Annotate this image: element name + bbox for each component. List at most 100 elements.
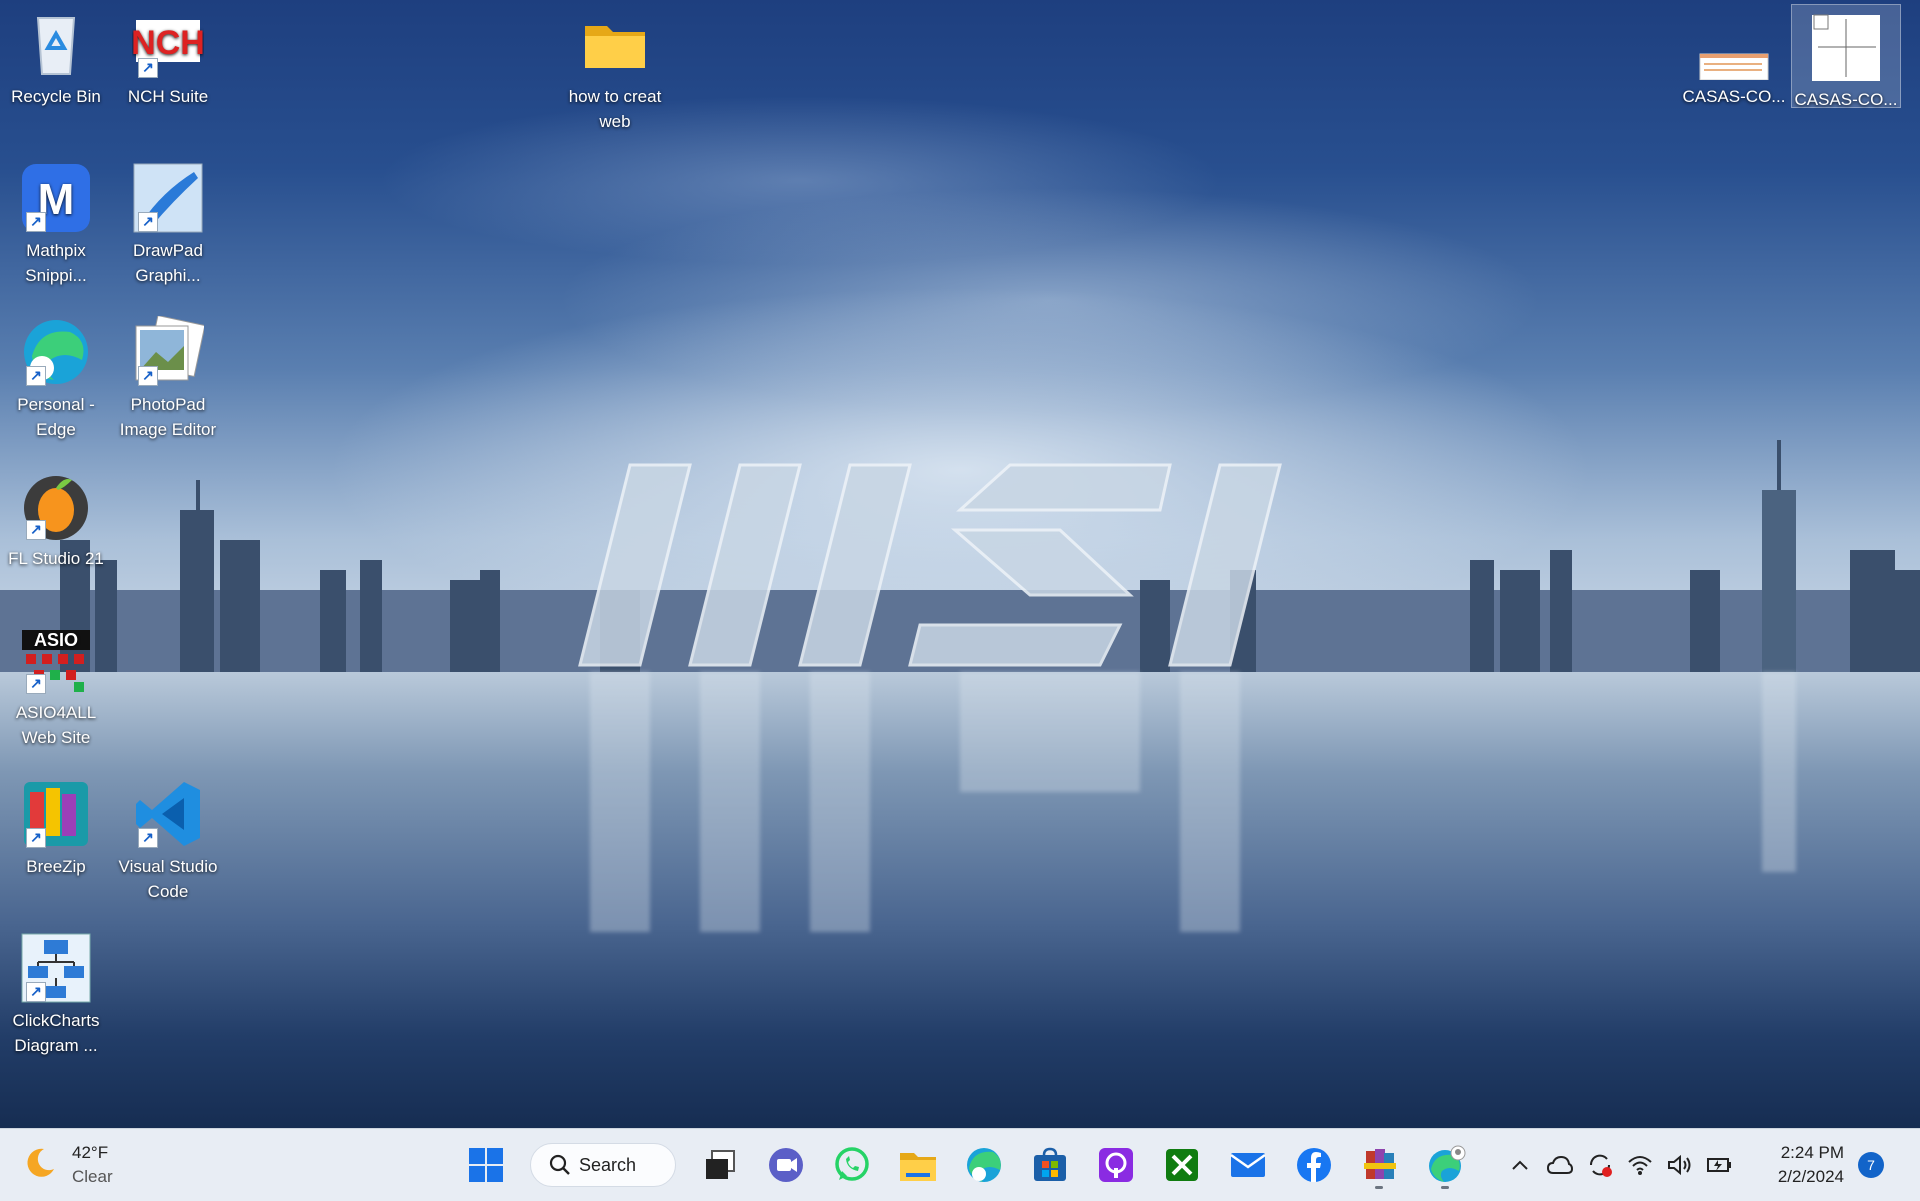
taskbar-app-teams[interactable] [758, 1139, 814, 1191]
desktop-icon-recycle-bin[interactable]: Recycle Bin [2, 2, 110, 109]
battery-tray-button[interactable] [1700, 1139, 1740, 1191]
microsoft-store-icon [1034, 1147, 1066, 1181]
sync-tray-button[interactable] [1580, 1139, 1620, 1191]
desktop-icon-label: Personal - Edge [17, 395, 95, 439]
search-icon [549, 1154, 570, 1175]
desktop-icon-nch-suite[interactable]: NCH ↗ NCH Suite [114, 2, 222, 109]
taskbar-app-podcast[interactable] [1088, 1139, 1144, 1191]
wallpaper-skyline [0, 440, 1920, 680]
taskbar-app-edge[interactable] [956, 1139, 1012, 1191]
onedrive-tray-button[interactable] [1540, 1139, 1580, 1191]
desktop-icon-label: how to creat web [568, 87, 662, 131]
desktop-icon-label: PhotoPad Image Editor [119, 395, 217, 439]
desktop-icon-fl-studio[interactable]: ↗ FL Studio 21 [2, 464, 110, 571]
taskbar-app-file-explorer[interactable] [890, 1139, 946, 1191]
sync-icon [1589, 1154, 1612, 1177]
shortcut-arrow-icon: ↗ [26, 982, 46, 1002]
clock-button[interactable]: 2:24 PM 2/2/2024 [1754, 1141, 1844, 1189]
start-button[interactable] [458, 1139, 514, 1191]
show-hidden-icons-button[interactable] [1500, 1139, 1540, 1191]
desktop-icon-vscode[interactable]: ↗ Visual Studio Code [114, 772, 222, 904]
moon-icon [22, 1145, 58, 1186]
taskbar-app-mail[interactable] [1220, 1139, 1276, 1191]
taskbar-app-microsoft-store[interactable] [1022, 1139, 1078, 1191]
shortcut-arrow-icon: ↗ [26, 366, 46, 386]
weather-widget[interactable]: 42°F Clear [22, 1139, 113, 1191]
notification-badge[interactable]: 7 [1858, 1152, 1884, 1178]
breezip-icon: ↗ [20, 778, 92, 850]
clickcharts-icon: ↗ [20, 932, 92, 1004]
clock-date: 2/2/2024 [1777, 1167, 1844, 1186]
running-indicator [1375, 1186, 1383, 1189]
photopad-icon: ↗ [132, 314, 206, 388]
taskbar-app-whatsapp[interactable] [824, 1139, 880, 1191]
cloud-icon [1547, 1155, 1573, 1174]
desktop-icon-label: ClickCharts Diagram ... [12, 1011, 100, 1055]
shortcut-arrow-icon: ↗ [138, 212, 158, 232]
shortcut-arrow-icon: ↗ [138, 366, 158, 386]
task-view-button[interactable] [692, 1139, 748, 1191]
desktop-icon-asio4all[interactable]: ASIO ↗ ASIO4ALL Web Site [2, 618, 110, 750]
taskbar-app-facebook[interactable] [1286, 1139, 1342, 1191]
svg-text:ASIO: ASIO [34, 630, 78, 650]
nch-suite-icon: NCH ↗ [131, 8, 205, 80]
desktop-icon-mathpix[interactable]: M ↗ Mathpix Snippi... [2, 156, 110, 288]
desktop-icon-label: BreeZip [26, 857, 86, 876]
taskbar-search-button[interactable]: Search [530, 1143, 676, 1187]
shortcut-arrow-icon: ↗ [138, 828, 158, 848]
desktop-icon-clickcharts[interactable]: ↗ ClickCharts Diagram ... [2, 926, 110, 1058]
teams-meet-icon [769, 1148, 803, 1182]
speaker-icon [1668, 1154, 1691, 1176]
shortcut-arrow-icon: ↗ [26, 674, 46, 694]
edge-icon [967, 1148, 1001, 1182]
drawing-thumbnail-icon [1810, 11, 1882, 83]
edge-profile-icon: ↗ [20, 316, 92, 388]
weather-condition: Clear [72, 1167, 113, 1186]
desktop-icon-folder-how-to-creat-web[interactable]: how to creat web [561, 2, 669, 134]
desktop-icon-label: CASAS-CO... [1794, 90, 1898, 109]
winrar-icon [1364, 1149, 1396, 1179]
desktop-icon-label: Mathpix Snippi... [25, 241, 87, 285]
whatsapp-icon [835, 1147, 869, 1181]
shortcut-arrow-icon: ↗ [26, 520, 46, 540]
wifi-icon [1628, 1156, 1652, 1175]
taskbar-app-edge-profile[interactable] [1418, 1139, 1474, 1191]
taskbar: 42°F Clear Search 2:24 PM 2/2/2024 7 [0, 1128, 1920, 1201]
taskbar-app-winrar[interactable] [1352, 1139, 1408, 1191]
taskbar-app-xbox[interactable] [1154, 1139, 1210, 1191]
chevron-up-icon [1512, 1160, 1528, 1170]
desktop-icon-casas-co-1[interactable]: CASAS-CO... [1680, 2, 1788, 109]
asio4all-icon: ASIO ↗ [20, 624, 92, 696]
desktop-icon-label: Recycle Bin [11, 87, 101, 106]
facebook-icon [1297, 1148, 1331, 1182]
xbox-icon [1166, 1149, 1198, 1181]
desktop-icon-label: Visual Studio Code [118, 857, 218, 901]
desktop-icon-personal-edge[interactable]: ↗ Personal - Edge [2, 310, 110, 442]
podcast-icon [1099, 1148, 1133, 1182]
wallpaper-reflection [590, 672, 1796, 932]
recycle-bin-icon [20, 8, 92, 80]
wifi-tray-button[interactable] [1620, 1139, 1660, 1191]
search-label: Search [579, 1154, 637, 1175]
weather-temperature: 42°F [72, 1143, 109, 1162]
volume-tray-button[interactable] [1660, 1139, 1700, 1191]
shortcut-arrow-icon: ↗ [26, 828, 46, 848]
desktop-icon-label: FL Studio 21 [8, 549, 104, 568]
windows-logo-icon [469, 1148, 503, 1182]
svg-text:NCH: NCH [132, 24, 204, 62]
desktop-icon-photopad[interactable]: ↗ PhotoPad Image Editor [114, 310, 222, 442]
desktop-icon-label: DrawPad Graphi... [133, 241, 203, 285]
shortcut-arrow-icon: ↗ [138, 58, 158, 78]
vscode-icon: ↗ [132, 778, 204, 850]
desktop-icon-breezip[interactable]: ↗ BreeZip [2, 772, 110, 879]
battery-charging-icon [1707, 1158, 1731, 1172]
running-indicator [1441, 1186, 1449, 1189]
desktop-icon-casas-co-2[interactable]: CASAS-CO... [1791, 4, 1901, 109]
clock-time: 2:24 PM [1780, 1143, 1844, 1162]
folder-icon [900, 1153, 936, 1181]
drawpad-icon: ↗ [132, 162, 204, 234]
desktop-wallpaper [0, 0, 1920, 1128]
task-view-icon [706, 1150, 735, 1179]
desktop-icon-label: CASAS-CO... [1682, 87, 1786, 106]
desktop-icon-drawpad[interactable]: ↗ DrawPad Graphi... [114, 156, 222, 288]
